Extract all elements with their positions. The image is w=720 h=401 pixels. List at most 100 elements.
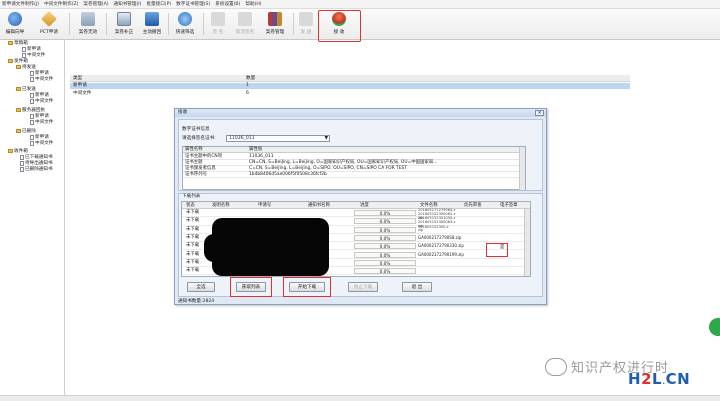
receive-dialog: 接收 ✕ 数字证书信息 请选择签名证书: 11036_011 ▼ 属性名称 属性… [174,108,547,305]
quick-filter-button[interactable]: 快速筛选 [172,11,198,38]
send-icon [299,12,313,26]
books-icon [268,12,282,26]
document-icon [30,92,34,98]
status-bar [0,395,720,401]
menu-new-application[interactable]: 新申请文件制作(J) [2,1,39,7]
cert-select[interactable]: 11036_011 ▼ [226,135,330,142]
unsign-icon [238,12,252,26]
menu-batch[interactable]: 批量接口(P) [146,1,171,7]
stop-download-button[interactable]: 停止下载 [348,282,378,292]
folder-icon [8,59,13,63]
scrollbar[interactable] [519,147,525,190]
menu-help[interactable]: 帮助(H) [245,1,261,7]
main-list-header: 类型 数量 [70,75,630,82]
progress-cell: 0.0% [354,218,416,225]
site-logo: H2L.CN [628,370,691,388]
tree-pending-mid[interactable]: 中间文件 [30,76,53,82]
case-manage-button[interactable]: 案卷管理 [262,11,288,38]
toolbar-divider [168,13,169,35]
close-icon[interactable]: ✕ [535,110,544,116]
document-icon [30,134,34,140]
unsign-button[interactable]: 取消签名 [232,11,258,38]
progress-cell: 0.0% [354,226,416,233]
wechat-icon [545,357,567,376]
table-row[interactable]: 未下载 0.0% 201605171279064.z 2016051523000… [182,208,530,220]
electronic-sign-highlight [486,243,508,257]
props-header: 属性名称 属性值 [183,147,525,153]
progress-cell: 0.0% [354,268,416,275]
doc-icon [117,12,131,26]
pct-icon [41,11,57,27]
grid-header: 状态 发明名称 申请号 通知书名称 进度 文件名称 优先审查 电子签章 [182,202,530,209]
folder-icon [16,108,21,112]
progress-cell: 0.0% [354,243,416,250]
folder-icon [8,41,13,45]
document-icon [30,119,34,125]
download-grid: 状态 发明名称 申请号 通知书名称 进度 文件名称 优先审查 电子签章 未下载 … [181,201,531,277]
cert-properties-table: 属性名称 属性值 证书主题中的CN项 11036_011 证书主题 CN=CN,… [182,146,526,190]
table-row: 证书序列号 1b4b8406d5ae006f5f0508c36fcf2b [183,172,525,178]
toolbar-divider [293,13,294,35]
progress-cell: 0.0% [354,251,416,258]
menu-settings[interactable]: 系统设置(B) [215,1,240,7]
folder-icon [81,12,95,26]
note-icon [145,12,159,26]
get-list-highlight [230,277,272,297]
floating-icon [709,318,720,336]
send-button[interactable]: 发 送 [297,11,315,38]
case-invalid-button[interactable]: 案卷无效 [76,11,100,38]
progress-cell: 0.0% [354,259,416,266]
wizard-button[interactable]: 编辑向导 [4,11,26,38]
toolbar-divider [106,13,107,35]
pct-button[interactable]: PCT申请 [36,11,62,38]
col-count[interactable]: 数量 [246,75,255,82]
folder-icon [16,87,21,91]
document-icon [22,46,26,52]
progress-cell: 0.0% [354,210,416,216]
dialog-title: 接收 [175,109,546,117]
document-icon [30,113,34,119]
folder-icon [16,65,21,69]
case-correct-button[interactable]: 案卷补正 [112,11,136,38]
scrollbar[interactable] [524,209,530,276]
progress-cell: 0.0% [354,234,416,241]
menu-notice[interactable]: 通知书管理(I) [114,1,142,7]
menu-bar: 新申请文件制作(J) 中间文件制作(Z) 案卷管理(A) 通知书管理(I) 批量… [0,0,720,9]
menu-cert[interactable]: 数字证书管理(S) [176,1,210,7]
list-item[interactable]: 新申请 1 [70,83,630,89]
download-list-group: 下载列表 状态 发明名称 申请号 通知书名称 进度 文件名称 优先审查 电子签章… [178,193,543,297]
notice-count: 通知书数量:2824 [178,299,215,304]
tree-receipt-mid[interactable]: 中间文件 [30,119,53,125]
toolbar-divider [69,13,70,35]
chevron-down-icon: ▼ [324,136,328,141]
folder-icon [8,149,13,153]
document-icon [30,140,34,146]
menu-case[interactable]: 案卷管理(A) [83,1,108,7]
document-icon [22,52,26,58]
download-list-title: 下载列表 [182,193,201,199]
cert-group-title: 数字证书信息 [182,126,210,132]
sign-button[interactable]: 签 名 [207,11,229,38]
withdraw-button[interactable]: 主动撤回 [140,11,164,38]
list-item[interactable]: 中间文件 6 [70,91,630,97]
redaction-block [204,234,234,262]
tree-deleted-notices[interactable]: 已删除通知书 [20,166,53,172]
document-icon [30,70,34,76]
folder-icon [16,129,21,133]
start-download-highlight [283,277,331,297]
cert-group: 数字证书信息 请选择签名证书: 11036_011 ▼ 属性名称 属性值 证书主… [178,119,543,191]
exit-button[interactable]: 退 出 [402,282,432,292]
col-type[interactable]: 类型 [73,75,82,82]
document-icon [30,76,34,82]
cert-select-label: 请选择签名证书: [182,136,216,141]
document-icon [30,98,34,104]
tree-sent-mid[interactable]: 中间文件 [30,98,53,104]
receive-highlight [318,10,361,42]
document-icon [20,154,24,160]
sign-icon [211,12,225,26]
select-all-button[interactable]: 全选 [187,282,215,292]
document-icon [20,166,24,172]
menu-intermediate[interactable]: 中间文件制作(Z) [44,1,78,7]
tree-deleted-mid[interactable]: 中间文件 [30,140,53,146]
filter-icon [178,12,192,26]
